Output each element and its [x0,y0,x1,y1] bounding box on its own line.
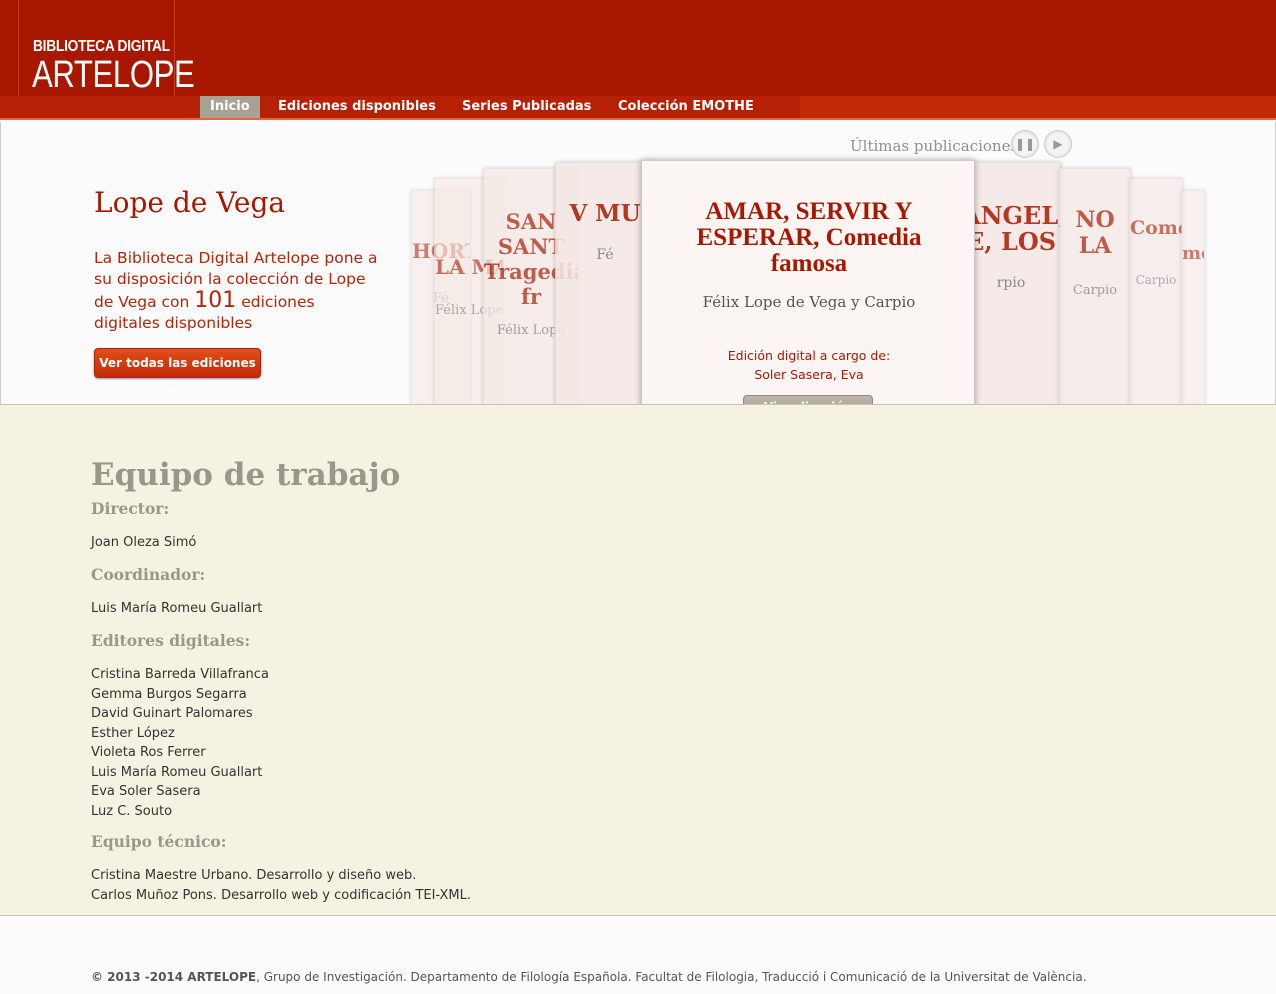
pause-icon[interactable]: ❚❚ [1011,130,1039,158]
edition-count: 101 [194,288,237,313]
main-nav: Inicio Ediciones disponibles Series Publ… [0,96,1276,120]
member: Violeta Ros Ferrer [91,745,206,760]
member: Cristina Maestre Urbano. Desarrollo y di… [91,868,417,883]
featured-author: Félix Lope de Vega y Carpio [702,293,916,311]
view-all-editions-button[interactable]: Ver todas las ediciones >> [94,348,261,399]
nav-item-emothe[interactable]: Colección EMOTHE [618,96,754,118]
carousel-card[interactable]: media [1181,190,1205,406]
section-heading-technical: Equipo técnico: [91,832,227,851]
carousel-label: Últimas publicaciones [850,137,1019,155]
member: Luz C. Souto [91,803,173,819]
logo-line2: ARTELOPE [32,54,195,96]
member: Joan Oleza Simó [91,535,197,550]
play-icon[interactable]: ▶ [1044,130,1072,158]
member-list: Luis María Romeu Guallart [91,599,262,619]
footer-copyright: © 2013 -2014 ARTELOPE [91,970,257,984]
hero-section: Lope de Vega La Biblioteca Digital Artel… [0,122,1276,436]
member-list: Cristina Maestre Urbano. Desarrollo y di… [91,866,471,905]
footer-text: , Grupo de Investigación. Departamento d… [256,970,1087,984]
nav-item-ediciones[interactable]: Ediciones disponibles [278,96,436,118]
member: Eva Soler Sasera [91,784,201,799]
member: David Guinart Palomares [91,706,253,721]
team-title: Equipo de trabajo [91,457,401,493]
member: Carlos Muñoz Pons. Desarrollo web y codi… [91,887,471,903]
featured-title[interactable]: AMAR, SERVIR Y ESPERAR, Comedia famosa [662,199,956,277]
member: Esther López [91,725,175,741]
featured-edition: Edición digital a cargo de: Soler Sasera… [727,348,891,382]
nav-item-inicio[interactable]: Inicio [200,96,260,118]
page-title: Lope de Vega [94,186,286,219]
member: Gemma Burgos Segarra [91,686,247,702]
member: Luis María Romeu Guallart [91,601,263,616]
section-heading-coordinator: Coordinador: [91,565,206,584]
member-list: Joan Oleza Simó [91,533,196,553]
carousel-card[interactable]: V MU Fé [555,162,655,434]
carousel-card[interactable]: ÁNGEL, E, LOS rpio [961,162,1061,432]
nav-item-series[interactable]: Series Publicadas [462,96,591,118]
section-heading-editors: Editores digitales: [91,631,251,650]
team-section: Equipo de trabajo Director: Joan Oleza S… [0,404,1276,916]
member-list: Cristina Barreda Villafranca Gemma Burgo… [91,665,269,821]
member: Cristina Barreda Villafranca [91,667,269,682]
carousel-card[interactable]: Comedia Carpio [1129,178,1183,408]
footer: © 2013 -2014 ARTELOPE, Grupo de Investig… [91,970,1087,984]
hero-description: La Biblioteca Digital Artelope pone a su… [94,249,378,332]
member: Luis María Romeu Guallart [91,764,263,780]
site-header: BIBLIOTECA DIGITAL ARTELOPE [0,0,1276,96]
site-logo[interactable]: BIBLIOTECA DIGITAL ARTELOPE [18,0,195,96]
carousel-card[interactable]: NO LA Carpio [1059,168,1131,428]
featured-publication-card[interactable]: AMAR, SERVIR Y ESPERAR, Comedia famosa F… [641,160,975,436]
section-heading-director: Director: [91,499,170,518]
